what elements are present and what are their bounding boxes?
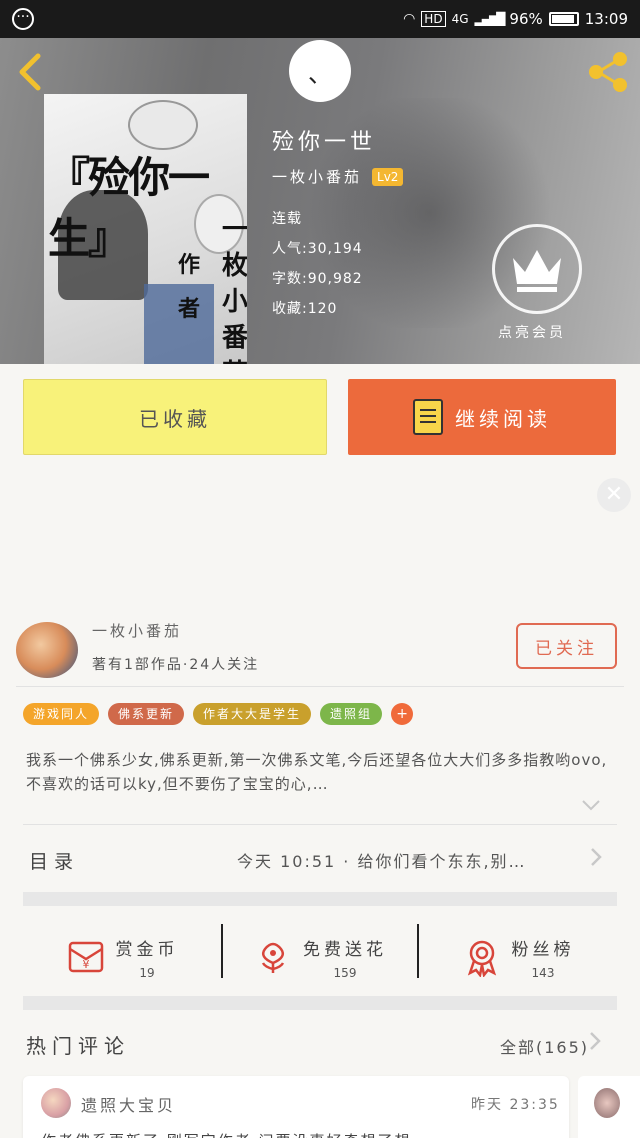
stats-row: ¥ 赏金币 19 免费送花 159 粉丝榜 143 xyxy=(23,922,617,992)
chevron-right-icon[interactable] xyxy=(588,1030,602,1058)
level-badge: Lv2 xyxy=(372,167,404,186)
favorites-count: 收藏:120 xyxy=(272,301,338,317)
table-of-contents-row[interactable]: 目录 今天 10:51 · 给你们看个东东,别… xyxy=(23,830,617,890)
medal-icon xyxy=(467,940,496,977)
cover-by: 作者 xyxy=(178,253,201,322)
stat-value: 143 xyxy=(531,965,555,980)
comment-card[interactable] xyxy=(578,1076,640,1138)
close-icon[interactable]: ✕ xyxy=(597,478,631,512)
crown-icon[interactable] xyxy=(492,224,582,314)
book-title: 殓你一世 xyxy=(272,130,377,155)
stat-flowers[interactable]: 免费送花 159 xyxy=(221,922,419,992)
follow-label: 已关注 xyxy=(535,638,598,659)
avatar-glyph: 、 xyxy=(308,59,332,88)
continue-reading-label: 继续阅读 xyxy=(455,406,551,431)
stat-value: 159 xyxy=(333,965,357,980)
stat-label: 粉丝榜 xyxy=(511,939,575,960)
commenter-name[interactable]: 遗照大宝贝 xyxy=(81,1092,176,1116)
divider xyxy=(23,824,617,825)
stat-fans[interactable]: 粉丝榜 143 xyxy=(419,922,617,992)
continue-reading-button[interactable]: 继续阅读 xyxy=(348,379,616,455)
popularity: 人气:30,194 xyxy=(272,241,363,257)
tag-chip[interactable]: 游戏同人 xyxy=(23,703,100,725)
collected-label: 已收藏 xyxy=(139,406,211,431)
all-comments-link[interactable]: 全部(165) xyxy=(500,1034,589,1058)
comment-text: 作者佛系更新了,刚写完作者,问要没事好奇想了想... xyxy=(41,1130,561,1138)
tag-list: 游戏同人 佛系更新 作者大大是学生 遗照组 + xyxy=(23,703,414,725)
tag-chip[interactable]: 佛系更新 xyxy=(108,703,185,725)
author-stats: 著有1部作品·24人关注 xyxy=(92,657,260,673)
book-cover[interactable]: 『殓你一生』 作者 一枚小番茄 xyxy=(44,94,247,364)
notification-dots-icon: ··· xyxy=(12,8,34,30)
wifi-icon: ◠ xyxy=(403,11,416,27)
network-type: 4G xyxy=(451,12,469,26)
hot-comments-title: 热门评论 xyxy=(26,1034,130,1058)
commenter-avatar[interactable] xyxy=(594,1088,620,1118)
latest-chapter: 今天 10:51 · 给你们看个东东,别… xyxy=(237,852,527,871)
comment-card[interactable]: 遗照大宝贝 昨天 23:35 作者佛系更新了,刚写完作者,问要没事好奇想了想..… xyxy=(23,1076,569,1138)
cover-author: 一枚小番茄 xyxy=(222,215,247,364)
red-envelope-icon: ¥ xyxy=(68,941,103,973)
tag-chip[interactable]: 遗照组 xyxy=(320,703,383,725)
battery-percent: 96% xyxy=(509,10,543,28)
commenter-avatar[interactable] xyxy=(41,1088,71,1118)
header-author-name[interactable]: 一枚小番茄 xyxy=(272,166,362,187)
stat-label: 免费送花 xyxy=(303,939,387,960)
add-tag-button[interactable]: + xyxy=(391,703,414,725)
signal-icon: ▂▄▆█ xyxy=(474,12,506,26)
divider xyxy=(16,686,624,687)
flower-icon xyxy=(261,942,285,973)
comment-time: 昨天 23:35 xyxy=(471,1097,560,1113)
author-avatar-top[interactable]: 、 xyxy=(289,40,351,102)
chevron-down-icon[interactable] xyxy=(580,796,602,818)
toc-label: 目录 xyxy=(29,850,80,873)
clock: 13:09 xyxy=(584,10,628,28)
book-description: 我系一个佛系少女,佛系更新,第一次佛系文笔,今后还望各位大大们多多指教哟ovo,… xyxy=(26,751,608,793)
book-icon xyxy=(413,399,443,435)
status-bar: ··· ◠ HD 4G ▂▄▆█ 96% 13:09 xyxy=(0,0,640,38)
book-header: 、 『殓你一生』 作者 一枚小番茄 殓你一世 一枚小番茄 Lv2 连载 人气:3… xyxy=(0,38,640,364)
stat-coins[interactable]: ¥ 赏金币 19 xyxy=(23,922,221,992)
word-count: 字数:90,982 xyxy=(272,271,363,287)
section-separator xyxy=(23,996,617,1010)
collected-button[interactable]: 已收藏 xyxy=(23,379,327,455)
svg-text:¥: ¥ xyxy=(82,958,89,971)
header-author-row[interactable]: 一枚小番茄 Lv2 xyxy=(272,166,404,187)
share-icon[interactable] xyxy=(584,48,632,96)
battery-icon xyxy=(548,12,579,26)
vip-label[interactable]: 点亮会员 xyxy=(498,322,566,342)
hd-icon: HD xyxy=(421,11,446,27)
tag-chip[interactable]: 作者大大是学生 xyxy=(193,703,312,725)
back-arrow-icon[interactable] xyxy=(14,52,48,91)
serial-status: 连载 xyxy=(272,211,302,227)
cover-title: 『殓你一生』 xyxy=(48,153,210,263)
section-separator xyxy=(23,892,617,906)
chevron-right-icon xyxy=(589,846,603,874)
stat-label: 赏金币 xyxy=(115,939,179,960)
stat-value: 19 xyxy=(139,965,155,980)
follow-button[interactable]: 已关注 xyxy=(516,623,617,669)
status-right: ◠ HD 4G ▂▄▆█ 96% 13:09 xyxy=(403,10,628,28)
author-avatar[interactable] xyxy=(16,622,78,678)
author-name[interactable]: 一枚小番茄 xyxy=(92,620,182,641)
